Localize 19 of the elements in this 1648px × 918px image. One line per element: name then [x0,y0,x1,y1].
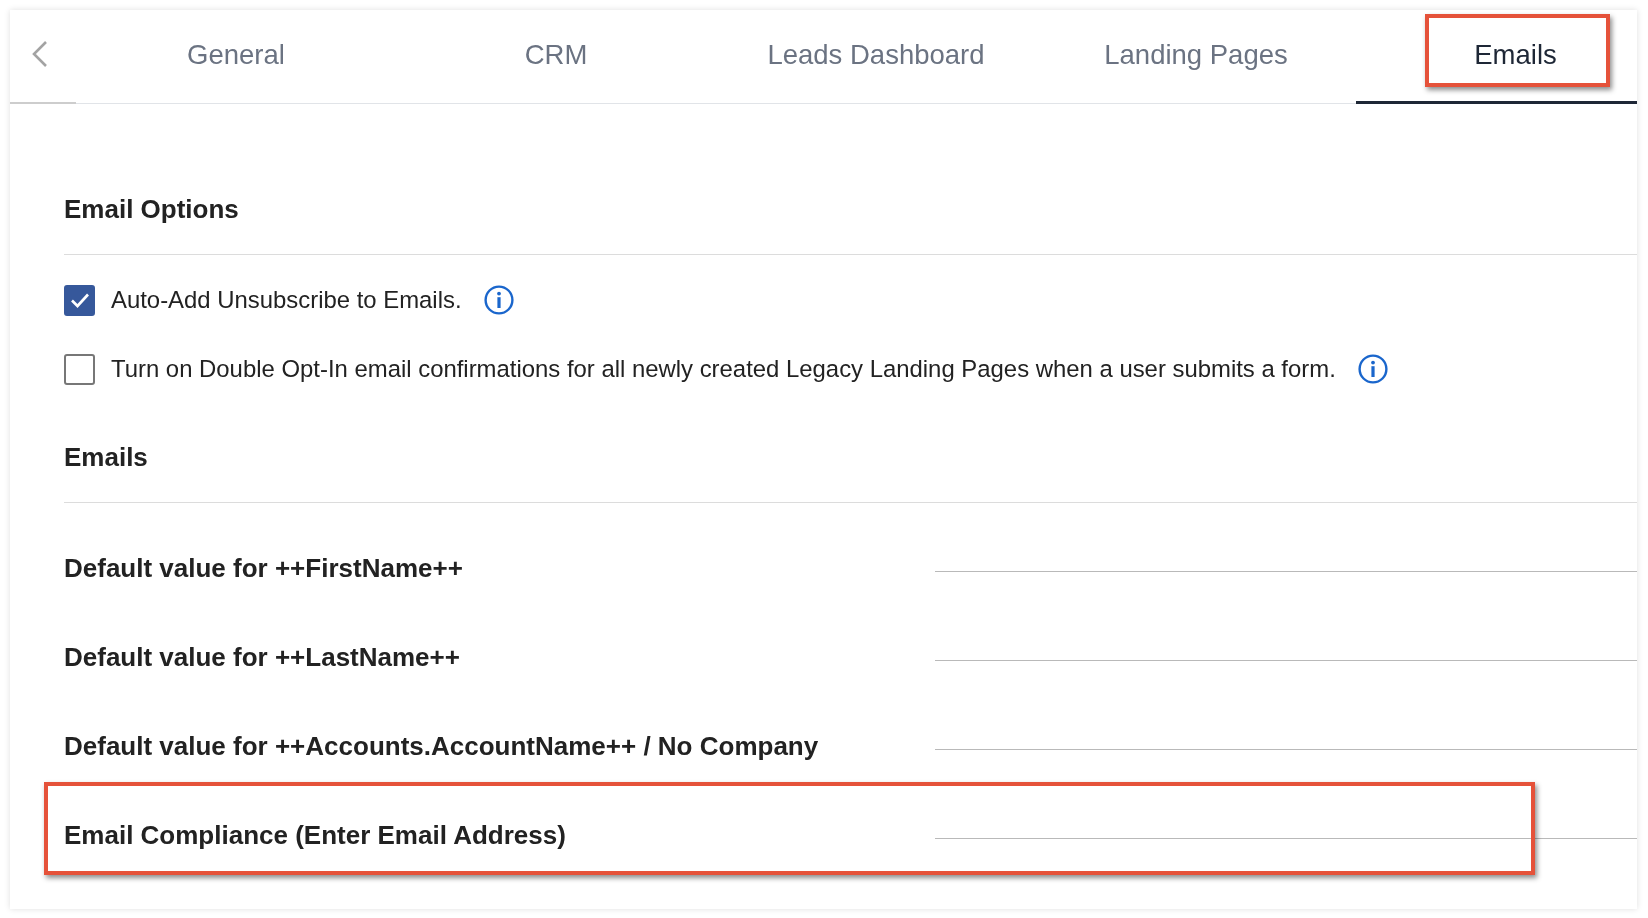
option-label: Turn on Double Opt-In email confirmations for all newly created Legacy Landing Pages when a user submits a form. [111,354,1336,384]
info-icon[interactable] [1357,354,1388,384]
info-icon[interactable] [483,285,514,315]
tab[interactable]: Landing Pages [1036,10,1356,104]
tab[interactable]: Leads Dashboard [716,10,1036,104]
field-label: Default value for ++Accounts.AccountName++ / No Company [64,731,820,761]
field-label: Default value for ++FirstName++ [64,553,464,583]
checkbox[interactable] [64,353,95,385]
tab[interactable]: Emails [1356,10,1637,104]
chevron-left-icon [31,40,49,68]
option-label: Auto-Add Unsubscribe to Emails. [111,285,462,315]
checkbox[interactable] [64,284,95,316]
checkmark-icon [69,292,90,308]
section-heading: Email Options [64,194,240,224]
tab[interactable]: General [76,10,396,104]
field-label: Email Compliance (Enter Email Address) [64,820,567,850]
section-heading: Emails [64,442,149,472]
field-label: Default value for ++LastName++ [64,642,461,672]
tab[interactable]: CRM [396,10,716,104]
